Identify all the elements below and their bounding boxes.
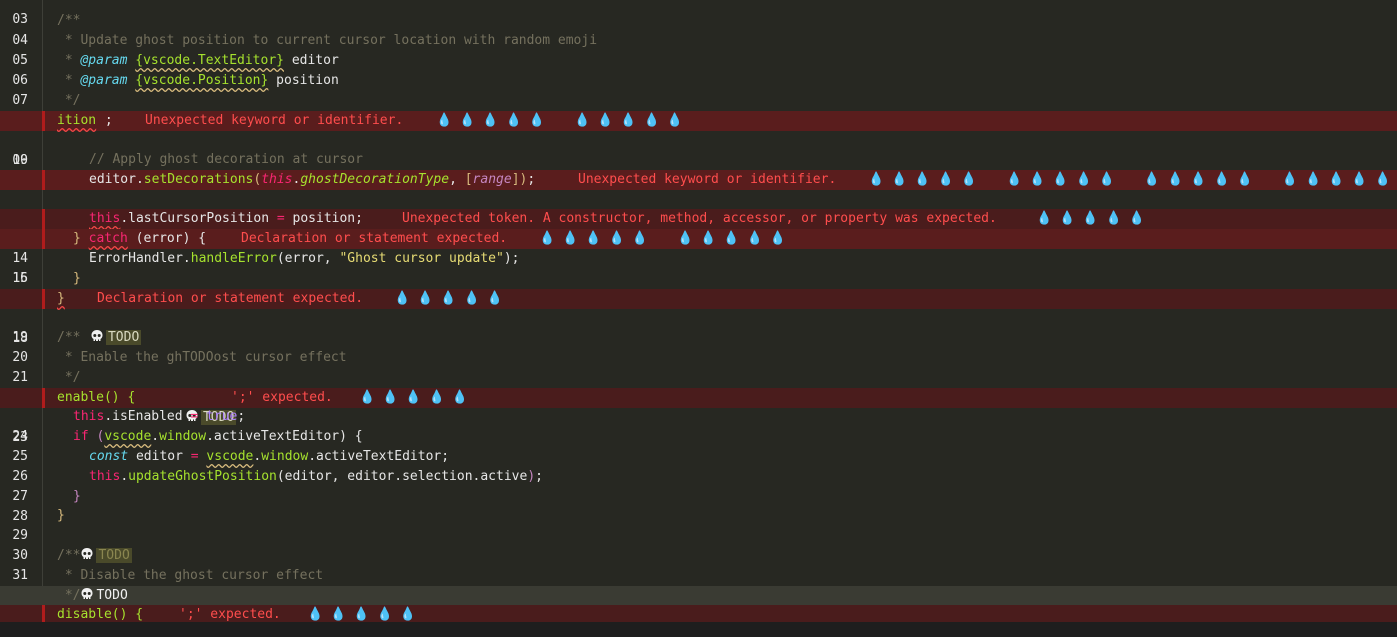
code-text: }	[73, 489, 81, 504]
comment: */	[57, 93, 81, 108]
code-line[interactable]: 08 */	[0, 91, 1397, 128]
error-message: ';' expected.	[179, 607, 281, 622]
code-line[interactable]: 07 * @param {vscode.Position} position	[0, 71, 1397, 108]
code-line[interactable]: 27 this.updateGhostPosition(editor, edit…	[0, 467, 1397, 504]
code-line[interactable]: 25 if (vscode.window.activeTextEditor) {	[0, 427, 1397, 464]
code-line-error[interactable]: 12 editor.setDecorations(this.ghostDecor…	[0, 170, 1397, 227]
code-text: }	[57, 508, 65, 523]
error-message: Unexpected keyword or identifier.	[578, 172, 837, 187]
code-line[interactable]: 19 TODO	[0, 308, 1397, 345]
code-text: }	[57, 291, 65, 306]
code-line[interactable]: 29 }	[0, 506, 1397, 543]
blood-drop-icon-group: 💧💧💧💧💧	[359, 390, 475, 405]
blood-drop-icon-group: 💧💧💧💧💧 💧💧💧💧💧	[436, 113, 690, 128]
code-line-error[interactable]: 23 enable() { TODO ';' expected. 💧💧💧💧💧	[0, 388, 1397, 445]
code-line[interactable]: 06 * @param {vscode.TextEditor} editor	[0, 51, 1397, 88]
code-text: this.updateGhostPosition(editor, editor.…	[89, 469, 543, 484]
blood-drop-icon-group: 💧💧💧💧💧	[307, 607, 423, 622]
error-message: Unexpected keyword or identifier.	[145, 113, 404, 128]
code-line[interactable]: 30	[0, 526, 1397, 563]
panel-tabs-strip	[0, 622, 1397, 637]
blood-drop-icon-group: 💧💧💧💧💧	[1036, 211, 1152, 226]
error-marker	[42, 229, 45, 249]
skull-icon	[81, 548, 93, 559]
code-line[interactable]: 03	[0, 0, 1397, 27]
code-text: if (vscode.window.activeTextEditor) {	[73, 429, 363, 444]
code-line-error[interactable]: 15 } catch (error) { Declaration or stat…	[0, 229, 1397, 286]
todo-annotation: */TODO	[57, 588, 128, 603]
code-text: ErrorHandler.handleError(error, "Ghost c…	[89, 251, 520, 266]
code-text: disable() {	[57, 607, 144, 622]
jsdoc-param: * @param {vscode.TextEditor} editor	[57, 53, 339, 68]
code-text: enable() {	[57, 390, 136, 405]
code-line[interactable]: 32 * Disable the ghost cursor effect	[0, 566, 1397, 603]
code-line[interactable]: 24 this.isEnabled = true;	[0, 407, 1397, 444]
comment: /**	[57, 13, 81, 28]
code-line-error[interactable]: 34 disable() { ';' expected. 💧💧💧💧💧	[0, 605, 1397, 622]
code-line-error[interactable]: 14 this.lastCursorPosition = position; U…	[0, 209, 1397, 266]
comment: * Enable the ghTODOost cursor effect	[57, 350, 347, 365]
comment: */	[57, 370, 81, 385]
error-marker	[42, 111, 45, 131]
code-text: editor.setDecorations(this.ghostDecorati…	[89, 172, 536, 187]
code-line-error[interactable]: 09 ition ; Unexpected keyword or identif…	[0, 111, 1397, 168]
comment: * Update ghost position to current curso…	[57, 33, 598, 48]
jsdoc-param: * @param {vscode.Position} position	[57, 73, 339, 88]
error-marker	[42, 605, 45, 622]
code-line[interactable]: 13	[0, 190, 1397, 227]
comment: * Disable the ghost cursor effect	[57, 568, 324, 583]
blood-drop-icon-group: 💧💧💧💧💧 💧💧💧💧💧 💧💧💧💧💧 💧💧💧💧💧	[868, 172, 1397, 187]
code-line[interactable]: 04 /**	[0, 11, 1397, 48]
blood-drop-icon-group: 💧💧💧💧💧 💧💧💧💧💧	[539, 231, 793, 246]
code-text: ;	[97, 113, 113, 128]
code-line[interactable]: 16 ErrorHandler.handleError(error, "Ghos…	[0, 249, 1397, 286]
comment: // Apply ghost decoration at cursor	[89, 152, 363, 167]
code-line-error[interactable]: 18 } Declaration or statement expected. …	[0, 289, 1397, 346]
code-line[interactable]: 21 * Enable the ghTODOost cursor effect	[0, 348, 1397, 385]
code-line[interactable]: 26 const editor = vscode.window.activeTe…	[0, 447, 1397, 484]
error-message: ';' expected.	[231, 390, 333, 405]
comment: /**	[57, 330, 81, 345]
code-line[interactable]: 28 }	[0, 487, 1397, 524]
code-line[interactable]: 11 // Apply ghost decoration at cursor	[0, 150, 1397, 187]
code-line[interactable]: 31 /** TODO	[0, 546, 1397, 583]
error-marker	[42, 289, 45, 309]
code-text: const editor = vscode.window.activeTextE…	[89, 449, 450, 464]
code-editor[interactable]: 03 04 /** 05 * Update ghost position to …	[0, 0, 1397, 622]
error-marker	[42, 170, 45, 190]
error-marker	[42, 209, 45, 229]
skull-icon	[81, 588, 93, 599]
code-line[interactable]: 05 * Update ghost position to current cu…	[0, 31, 1397, 68]
code-line[interactable]: 17 }	[0, 269, 1397, 306]
error-message: Declaration or statement expected.	[241, 231, 508, 246]
code-line[interactable]: 22 */	[0, 368, 1397, 405]
error-message: Unexpected token. A constructor, method,…	[402, 211, 997, 226]
code-line[interactable]: 20 /**	[0, 328, 1397, 365]
code-text: } catch (error) {	[73, 231, 207, 246]
blood-drop-icon-group: 💧💧💧💧💧	[394, 291, 510, 306]
todo-annotation: /** TODO	[57, 548, 132, 563]
error-message: Declaration or statement expected.	[97, 291, 364, 306]
error-marker	[42, 388, 45, 408]
code-text: }	[73, 271, 81, 286]
code-text: this.lastCursorPosition = position;	[89, 211, 363, 226]
code-text: this.isEnabled = true;	[73, 409, 246, 424]
code-text: ition	[57, 113, 97, 128]
code-line[interactable]: 10	[0, 131, 1397, 168]
code-line-current[interactable]: 33 */TODO	[0, 586, 1397, 622]
